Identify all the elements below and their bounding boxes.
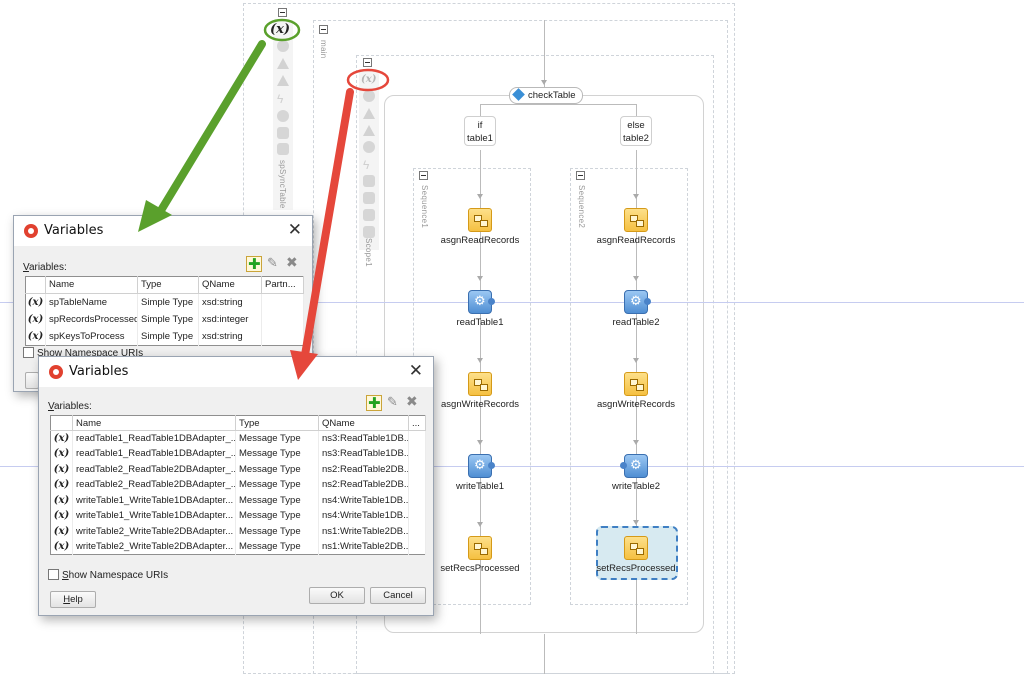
red-arrow-head — [290, 350, 318, 380]
red-highlight-ellipse — [346, 68, 390, 92]
red-arrow-shaft — [301, 88, 354, 359]
green-highlight-ellipse — [263, 18, 301, 42]
green-arrow-shaft — [156, 40, 266, 216]
annotation-overlay — [138, 18, 390, 380]
